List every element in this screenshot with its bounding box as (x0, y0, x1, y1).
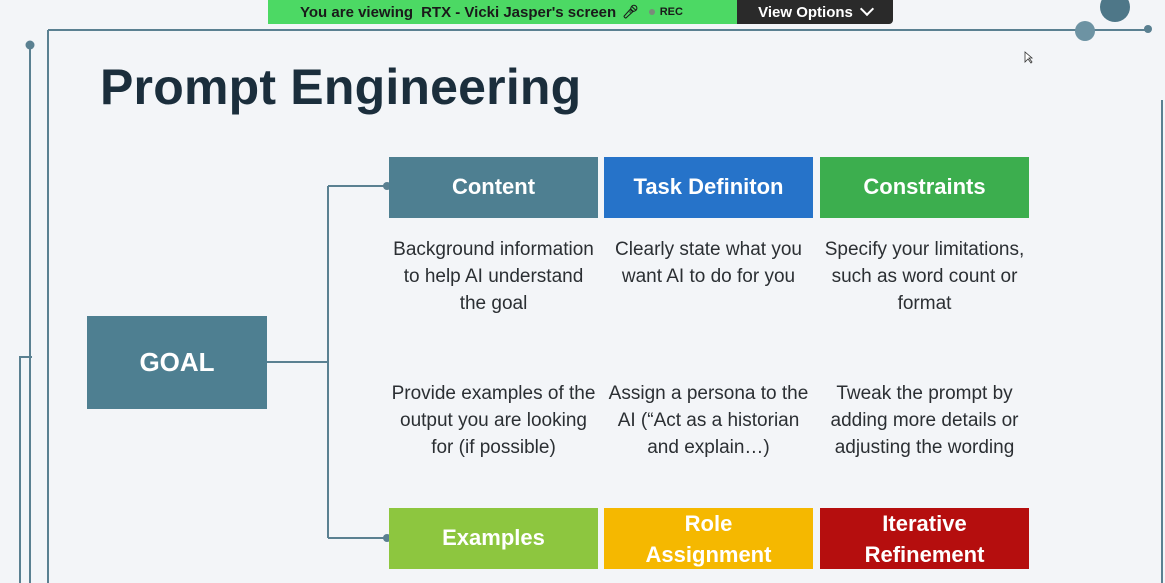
viewing-status: You are viewing RTX - Vicki Jasper's scr… (268, 0, 737, 24)
role-assignment-header: Role Assignment (604, 508, 813, 569)
chevron-down-icon (859, 1, 874, 17)
slide-title: Prompt Engineering (100, 59, 582, 115)
rec-label: REC (659, 6, 683, 18)
presenter-name: RTX - Vicki Jasper's screen (421, 3, 617, 21)
viewing-label: You are viewing (300, 3, 414, 21)
view-options-label: View Options (758, 3, 853, 21)
content-header: Content (389, 157, 598, 218)
content-description: Background information to help AI unders… (393, 239, 594, 314)
constraints-description: Specify your limitations, such as word c… (824, 239, 1025, 314)
mouse-cursor-icon (1024, 51, 1034, 64)
iterative-refinement-description: Tweak the prompt by adding more details … (830, 383, 1019, 458)
constraints-header: Constraints (820, 157, 1029, 218)
muted-mic-icon: 🎤︎ (622, 4, 639, 19)
task-definition-description: Clearly state what you want AI to do for… (615, 239, 802, 287)
screen-share-banner: You are viewing RTX - Vicki Jasper's scr… (268, 0, 893, 24)
examples-description: Provide examples of the output you are l… (391, 383, 596, 458)
view-options-button[interactable]: View Options (737, 0, 893, 24)
role-assignment-description: Assign a persona to the AI (“Act as a hi… (608, 383, 809, 458)
examples-header: Examples (389, 508, 598, 569)
task-definition-header: Task Definiton (604, 157, 813, 218)
goal-box: GOAL (87, 316, 267, 409)
iterative-refinement-header: Iterative Refinement (820, 508, 1029, 569)
recording-dot-icon (648, 9, 655, 15)
